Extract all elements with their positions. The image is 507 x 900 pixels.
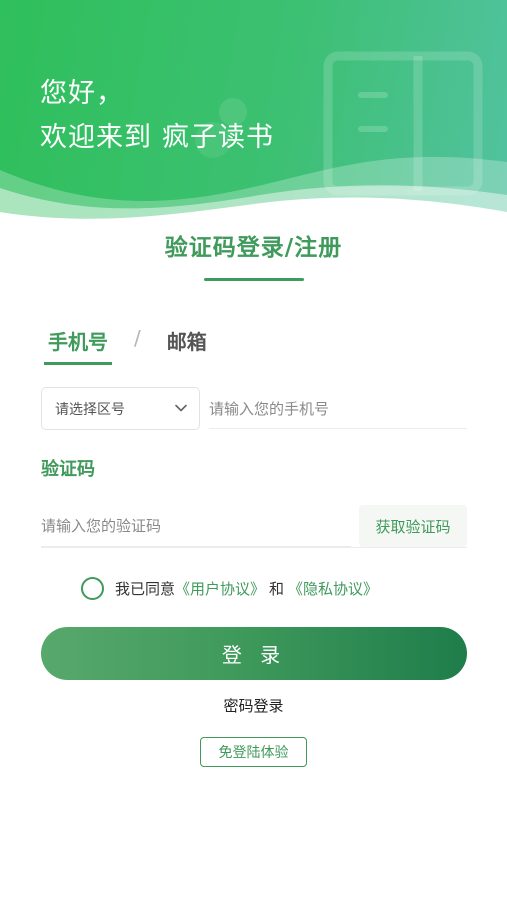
guest-experience-button[interactable]: 免登陆体验 (200, 737, 307, 767)
tab-separator: / (134, 326, 141, 350)
greeting-line-1: 您好， (40, 78, 124, 109)
agreement-conjunction: 和 (269, 579, 285, 598)
chevron-down-icon (175, 404, 187, 412)
header-banner: 您好， 欢迎来到 疯子读书 (0, 0, 507, 230)
code-divider (41, 547, 467, 548)
region-code-select[interactable]: 请选择区号 (41, 387, 200, 430)
agreement-row: 我已同意 《用户协议》 和 《隐私协议》 (81, 576, 378, 600)
login-button[interactable]: 登 录 (41, 627, 467, 680)
verification-code-label: 验证码 (41, 459, 95, 480)
header-waves (0, 156, 507, 230)
page-title: 验证码登录/注册 (164, 235, 343, 261)
privacy-policy-link[interactable]: 《隐私协议》 (288, 578, 378, 599)
verification-code-input[interactable] (41, 505, 351, 547)
login-method-tabs: 手机号 / 邮箱 (44, 322, 211, 365)
title-underline (204, 278, 304, 281)
agreement-checkbox[interactable] (81, 576, 104, 600)
phone-input[interactable] (209, 390, 467, 429)
password-login-link[interactable]: 密码登录 (0, 695, 507, 716)
tab-email[interactable]: 邮箱 (163, 322, 211, 355)
user-agreement-link[interactable]: 《用户协议》 (175, 578, 265, 599)
get-code-button[interactable]: 获取验证码 (359, 505, 467, 547)
agreement-prefix: 我已同意 (115, 579, 176, 598)
region-code-label: 请选择区号 (55, 401, 125, 418)
tab-phone[interactable]: 手机号 (44, 322, 112, 365)
